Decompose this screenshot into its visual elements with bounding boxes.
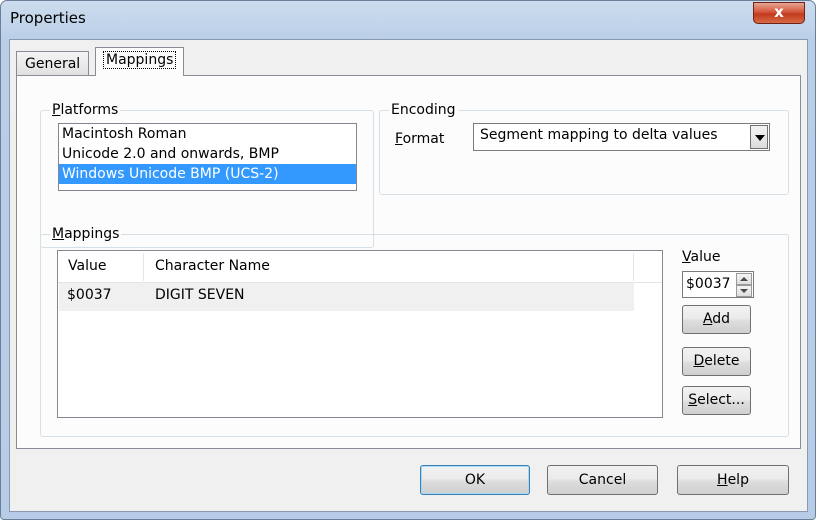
cancel-button-label: Cancel xyxy=(578,472,627,488)
help-button[interactable]: Help xyxy=(677,465,789,495)
tab-general-label: General xyxy=(25,56,81,72)
encoding-group: Encoding Format Segment mapping to delta… xyxy=(379,101,789,195)
help-button-label-mnemonic: H xyxy=(717,472,728,488)
format-combobox-value: Segment mapping to delta values xyxy=(480,127,718,143)
value-spin-text: $0037 xyxy=(686,276,731,292)
row-value-cell: $0037 xyxy=(67,287,112,303)
add-button-label-rest: dd xyxy=(712,311,731,327)
mappings-label-rest: appings xyxy=(64,226,120,242)
tab-page-mappings: Platforms Macintosh Roman Unicode 2.0 an… xyxy=(16,75,801,449)
tab-mappings-label: Mappings xyxy=(102,51,177,69)
close-button[interactable]: x xyxy=(753,2,805,24)
select-button[interactable]: Select... xyxy=(682,386,751,415)
window-title: Properties xyxy=(10,9,86,27)
grid-header: Value Character Name xyxy=(58,251,662,283)
properties-dialog: Properties x General Mappings Platforms … xyxy=(0,0,816,520)
platforms-label-rest: latforms xyxy=(60,102,119,118)
tab-mappings[interactable]: Mappings xyxy=(95,47,185,76)
title-bar[interactable]: Properties x xyxy=(1,1,815,39)
spin-up-icon[interactable] xyxy=(736,273,752,285)
value-label-mnemonic: V xyxy=(682,249,691,265)
delete-button-label-mnemonic: D xyxy=(693,353,705,369)
row-character-name-cell: DIGIT SEVEN xyxy=(155,287,245,303)
platform-item[interactable]: Macintosh Roman xyxy=(59,124,356,144)
format-label: Format xyxy=(395,131,444,147)
delete-button-label-rest: elete xyxy=(704,353,740,369)
format-label-mnemonic: F xyxy=(395,131,403,147)
spin-down-icon[interactable] xyxy=(736,285,752,297)
value-label-rest: alue xyxy=(690,249,721,265)
delete-button[interactable]: Delete xyxy=(682,347,751,376)
platforms-group-label: Platforms xyxy=(50,101,121,119)
chevron-down-icon[interactable] xyxy=(750,125,768,149)
ok-button[interactable]: OK xyxy=(420,465,530,495)
mappings-grid[interactable]: Value Character Name $0037 DIGIT SEVEN xyxy=(57,250,663,418)
value-label: Value xyxy=(682,249,720,265)
select-button-label-rest: elect... xyxy=(697,392,745,408)
ok-button-label: OK xyxy=(464,472,486,488)
column-header-character-name[interactable]: Character Name xyxy=(155,258,270,274)
mappings-label-mnemonic: M xyxy=(52,226,65,242)
column-header-value[interactable]: Value xyxy=(68,258,106,274)
close-icon: x xyxy=(774,3,784,21)
platform-item-selected[interactable]: Windows Unicode BMP (UCS-2) xyxy=(59,164,356,184)
platform-item[interactable]: Unicode 2.0 and onwards, BMP xyxy=(59,144,356,164)
help-button-label-rest: elp xyxy=(727,472,749,488)
add-button[interactable]: Add xyxy=(682,305,751,334)
add-button-label-mnemonic: A xyxy=(702,311,713,327)
platforms-listbox[interactable]: Macintosh Roman Unicode 2.0 and onwards,… xyxy=(58,123,357,191)
tab-general[interactable]: General xyxy=(16,51,90,75)
format-label-rest: ormat xyxy=(402,131,445,147)
column-separator[interactable] xyxy=(143,253,144,281)
cancel-button[interactable]: Cancel xyxy=(547,465,658,495)
format-combobox[interactable]: Segment mapping to delta values xyxy=(473,123,770,151)
value-spin-input[interactable]: $0037 xyxy=(682,271,754,298)
dialog-client-area: General Mappings Platforms Macintosh Rom… xyxy=(9,39,808,512)
mappings-group: Mappings Value Character Name $0037 DIGI… xyxy=(40,225,789,437)
column-separator[interactable] xyxy=(633,253,634,281)
select-button-label-mnemonic: S xyxy=(688,392,698,408)
table-row[interactable]: $0037 DIGIT SEVEN xyxy=(59,283,634,311)
mappings-group-label: Mappings xyxy=(50,225,122,243)
encoding-group-label: Encoding xyxy=(389,101,458,119)
